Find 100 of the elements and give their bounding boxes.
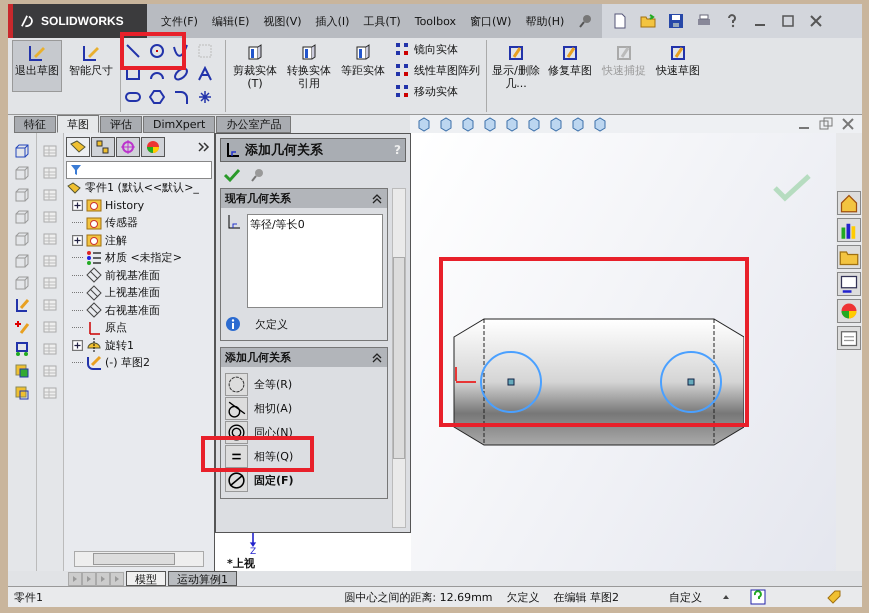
- tree-item[interactable]: 传感器: [105, 215, 138, 230]
- menu-item[interactable]: 视图(V): [263, 14, 302, 28]
- block-icon[interactable]: [14, 363, 30, 379]
- tree-item[interactable]: History: [105, 198, 144, 212]
- tree-item[interactable]: 旋转1: [105, 338, 134, 353]
- coradial-icon[interactable]: [225, 373, 248, 396]
- tab[interactable]: 草图: [57, 115, 99, 133]
- list-item[interactable]: 等径/等长0: [250, 217, 380, 232]
- material-icon: [86, 250, 102, 266]
- polygon-icon[interactable]: [149, 89, 165, 105]
- collapse-icon: [371, 352, 383, 364]
- relation-option[interactable]: 相切(A): [254, 401, 292, 416]
- fillet-icon[interactable]: [173, 89, 189, 105]
- confirm-check-icon[interactable]: [772, 173, 812, 203]
- appearance-icon[interactable]: [141, 137, 165, 157]
- tree-item[interactable]: 注解: [105, 232, 127, 248]
- ribbon-button[interactable]: 快速草图: [653, 40, 703, 92]
- library-icon[interactable]: [837, 218, 861, 242]
- point-icon[interactable]: [197, 89, 213, 105]
- relation-option[interactable]: 固定(F): [254, 473, 294, 488]
- menu-item[interactable]: Toolbox: [414, 14, 456, 28]
- view-palette-icon[interactable]: [837, 272, 861, 296]
- new-document-icon[interactable]: [612, 13, 628, 29]
- pencil-icon: [81, 43, 101, 63]
- crosshair-icon[interactable]: [116, 137, 140, 157]
- menu-item[interactable]: 插入(I): [316, 14, 350, 28]
- property-icon[interactable]: [91, 137, 115, 157]
- pin-icon[interactable]: [250, 167, 266, 183]
- tab[interactable]: 运动算例1: [168, 571, 237, 586]
- slot-icon[interactable]: [125, 89, 141, 105]
- close-icon[interactable]: [840, 116, 856, 132]
- panel-title: 添加几何关系: [245, 142, 323, 159]
- ribbon-button[interactable]: 线性草图阵列: [392, 61, 482, 79]
- ribbon-button[interactable]: 移动实体: [392, 82, 482, 100]
- menu-item[interactable]: 工具(T): [363, 14, 401, 28]
- equal-icon[interactable]: [225, 445, 248, 468]
- ribbon-button[interactable]: 等距实体: [338, 40, 388, 92]
- sketch-pencil-icon[interactable]: [14, 297, 30, 313]
- tree-item[interactable]: (-) 草图2: [105, 355, 150, 370]
- restore-icon[interactable]: [818, 116, 834, 132]
- tab[interactable]: DimXpert: [143, 116, 216, 133]
- horizontal-scrollbar[interactable]: [74, 551, 204, 567]
- menu-item[interactable]: 文件(F): [161, 14, 198, 28]
- block-icon[interactable]: [14, 385, 30, 401]
- close-icon[interactable]: [808, 13, 824, 29]
- tree-item[interactable]: 原点: [105, 320, 127, 336]
- expand-toggle-icon[interactable]: [72, 200, 83, 211]
- line-icon[interactable]: [125, 43, 141, 59]
- vertical-scrollbar[interactable]: [392, 188, 406, 528]
- relation-option[interactable]: 全等(R): [254, 377, 292, 392]
- save-icon[interactable]: [668, 13, 684, 29]
- status-text: 在编辑 草图2: [554, 590, 619, 604]
- plane-icon: [86, 267, 102, 284]
- checkmark-icon[interactable]: [224, 167, 240, 183]
- tag-icon[interactable]: [826, 589, 842, 605]
- maximize-icon[interactable]: [780, 13, 796, 29]
- section-header[interactable]: 添加几何关系: [221, 348, 387, 367]
- help-icon[interactable]: [750, 589, 766, 605]
- tab[interactable]: 特征: [14, 116, 56, 133]
- collapse-icon: [371, 192, 383, 204]
- tab[interactable]: 办公室产品: [216, 116, 292, 133]
- filter-field[interactable]: [66, 161, 212, 179]
- spline-icon[interactable]: [173, 43, 189, 59]
- menu-item[interactable]: 编辑(E): [212, 14, 250, 28]
- home-icon[interactable]: [837, 191, 861, 215]
- expand-toggle-icon[interactable]: [72, 340, 83, 351]
- ribbon-button[interactable]: 剪裁实体(T): [230, 40, 280, 105]
- add-pencil-icon[interactable]: [14, 319, 30, 335]
- axis-label: Z: [250, 547, 256, 557]
- ribbon-button[interactable]: 显示/删除几...: [491, 40, 541, 105]
- circle-icon[interactable]: [149, 43, 165, 59]
- tab[interactable]: 评估: [100, 116, 142, 133]
- custom-properties-icon[interactable]: [837, 326, 861, 350]
- ribbon-button[interactable]: 智能尺寸: [66, 40, 116, 92]
- part-icon[interactable]: [66, 137, 90, 157]
- ribbon-button[interactable]: 修复草图: [545, 40, 595, 92]
- ribbon-button[interactable]: 退出草图: [12, 40, 62, 92]
- status-text: 欠定义: [506, 590, 540, 604]
- tree-item[interactable]: 前视基准面: [105, 268, 160, 283]
- tab[interactable]: 模型: [126, 571, 166, 586]
- ellipse-icon[interactable]: [173, 66, 189, 82]
- view-name: *上视: [227, 557, 255, 570]
- tangent-icon[interactable]: [225, 397, 248, 420]
- open-folder-icon[interactable]: [640, 13, 656, 29]
- text-icon[interactable]: [197, 66, 213, 82]
- section-header[interactable]: 现有几何关系: [221, 189, 387, 208]
- relations-list[interactable]: 等径/等长0: [247, 214, 383, 308]
- expand-toggle-icon[interactable]: [72, 234, 83, 246]
- ribbon-button[interactable]: 镜向实体: [392, 40, 482, 58]
- status-text: 自定义: [669, 590, 702, 604]
- relation-option[interactable]: 相等(Q): [254, 449, 294, 464]
- ribbon-button[interactable]: 转换实体引用: [284, 40, 334, 105]
- menu-item[interactable]: 窗口(W): [470, 14, 512, 28]
- cube-icon[interactable]: [14, 143, 30, 159]
- move-icon[interactable]: [14, 341, 30, 357]
- tree-item[interactable]: 上视基准面: [105, 285, 160, 300]
- tree-item[interactable]: 材质 <未指定>: [105, 250, 182, 266]
- tree-item[interactable]: 右视基准面: [105, 302, 160, 318]
- tree-item[interactable]: 零件1 (默认<<默认>_: [85, 180, 199, 196]
- menu-item[interactable]: 帮助(H): [525, 14, 564, 28]
